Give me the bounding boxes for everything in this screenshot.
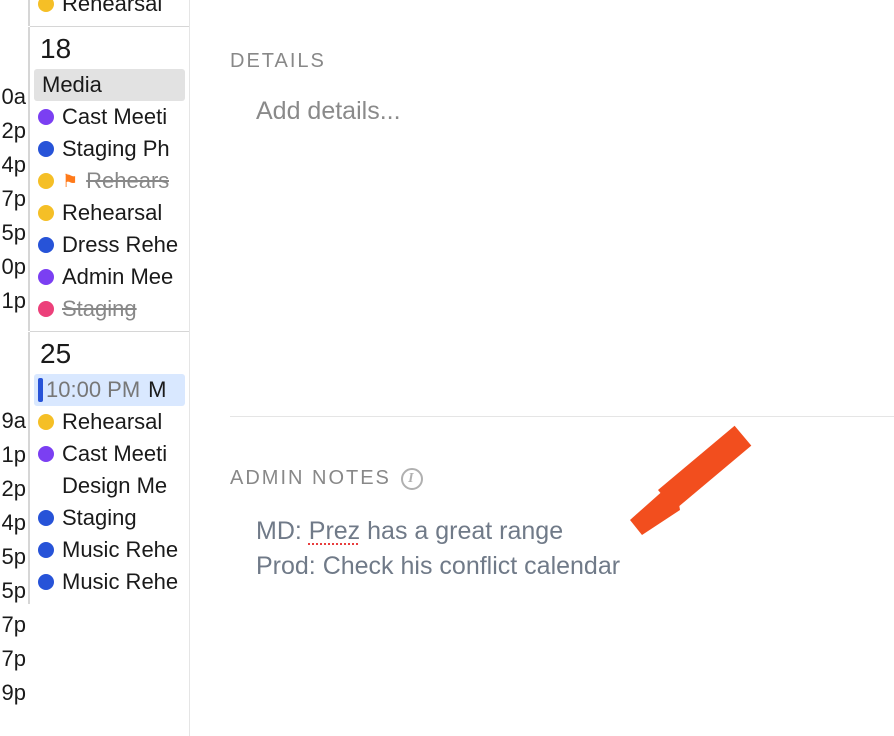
event-dot-icon	[38, 301, 54, 317]
event-dot-icon	[38, 542, 54, 558]
notes-text: Prod: Check his conflict calendar	[256, 549, 894, 584]
event-label: Staging	[62, 296, 137, 322]
time-label: 4p	[2, 152, 26, 178]
event-label: M	[148, 377, 166, 403]
time-gutter: 0a 2p 4p 7p 5p 0p 1p 9a 1p 2p 4p 5p 5p 7…	[0, 0, 30, 736]
admin-notes-header-label: ADMIN NOTES	[230, 467, 391, 490]
calendar-event-selected-time[interactable]: 10:00 PM M	[34, 374, 185, 406]
calendar-event[interactable]: ⚑ Rehears	[30, 165, 189, 197]
calendar-event[interactable]: Cast Meeti	[30, 101, 189, 133]
event-time: 10:00 PM	[46, 377, 140, 403]
time-label: 9p	[2, 680, 26, 706]
calendar-event[interactable]: Rehearsal	[30, 0, 189, 20]
calendar-event[interactable]: Music Rehe	[30, 534, 189, 566]
event-dot-icon	[38, 446, 54, 462]
event-label: Rehearsal	[62, 409, 162, 435]
calendar-sidebar: 0a 2p 4p 7p 5p 0p 1p 9a 1p 2p 4p 5p 5p 7…	[0, 0, 190, 736]
event-label: Design Me	[62, 473, 167, 499]
event-label: Rehearsal	[62, 200, 162, 226]
event-dot-icon	[38, 0, 54, 12]
event-label: Admin Mee	[62, 264, 173, 290]
notes-text: has a great range	[360, 517, 563, 545]
spellcheck-word: Prez	[309, 517, 360, 545]
calendar-event[interactable]: Music Rehe	[30, 566, 189, 598]
event-label: Rehearsal	[62, 0, 162, 17]
event-dot-icon	[38, 205, 54, 221]
time-label: 1p	[2, 288, 26, 314]
time-label: 7p	[2, 612, 26, 638]
add-details-input[interactable]: Add details...	[230, 97, 894, 126]
details-section-header: DETAILS	[230, 50, 894, 73]
info-icon[interactable]: i	[401, 468, 423, 490]
day-block-18: 18 Media Cast Meeti Staging Ph ⚑ Rehears	[30, 26, 189, 331]
event-label: Cast Meeti	[62, 104, 167, 130]
time-label: 7p	[2, 186, 26, 212]
event-label: Cast Meeti	[62, 441, 167, 467]
day-number[interactable]: 25	[30, 332, 189, 374]
calendar-event[interactable]: Design Me	[30, 470, 189, 502]
time-label: 9a	[2, 408, 26, 434]
event-label: Media	[42, 72, 102, 98]
event-label: Music Rehe	[62, 569, 178, 595]
flag-icon: ⚑	[62, 171, 78, 192]
admin-notes-section-header: ADMIN NOTES i	[230, 467, 894, 490]
admin-notes-body[interactable]: MD: Prez has a great range Prod: Check h…	[230, 514, 894, 584]
time-label: 4p	[2, 510, 26, 536]
event-dot-icon	[38, 574, 54, 590]
calendar-event[interactable]: Staging Ph	[30, 133, 189, 165]
time-label: 0a	[2, 84, 26, 110]
calendar-event-media[interactable]: Media	[34, 69, 185, 101]
time-label: 0p	[2, 254, 26, 280]
event-dot-icon	[38, 269, 54, 285]
calendar-event[interactable]: Staging	[30, 502, 189, 534]
time-label: 5p	[2, 578, 26, 604]
event-dot-icon	[38, 237, 54, 253]
event-dot-icon	[38, 141, 54, 157]
calendar-event[interactable]: Staging	[30, 293, 189, 325]
calendar-event[interactable]: Rehearsal	[30, 197, 189, 229]
event-label: Rehears	[86, 168, 169, 194]
time-label: 1p	[2, 442, 26, 468]
calendar-event[interactable]: Admin Mee	[30, 261, 189, 293]
calendar-event[interactable]: Cast Meeti	[30, 438, 189, 470]
calendar-event[interactable]: Rehearsal	[30, 406, 189, 438]
time-label: 2p	[2, 118, 26, 144]
day-number[interactable]: 18	[30, 27, 189, 69]
event-label: Music Rehe	[62, 537, 178, 563]
notes-text: MD:	[256, 517, 309, 545]
event-label: Staging Ph	[62, 136, 170, 162]
calendar-event[interactable]: Dress Rehe	[30, 229, 189, 261]
event-label: Staging	[62, 505, 137, 531]
time-label: 2p	[2, 476, 26, 502]
event-dot-icon	[38, 173, 54, 189]
day-block-25: 25 10:00 PM M Rehearsal Cast Meeti Desig…	[30, 331, 189, 604]
time-label: 5p	[2, 220, 26, 246]
event-dot-icon	[38, 109, 54, 125]
detail-panel: DETAILS Add details... ADMIN NOTES i MD:…	[190, 0, 894, 736]
details-header-label: DETAILS	[230, 50, 326, 73]
event-label: Dress Rehe	[62, 232, 178, 258]
event-dot-icon	[38, 414, 54, 430]
time-label: 7p	[2, 646, 26, 672]
event-dot-icon	[38, 510, 54, 526]
day-block-partial: Rehearsal	[30, 0, 189, 26]
time-label: 5p	[2, 544, 26, 570]
